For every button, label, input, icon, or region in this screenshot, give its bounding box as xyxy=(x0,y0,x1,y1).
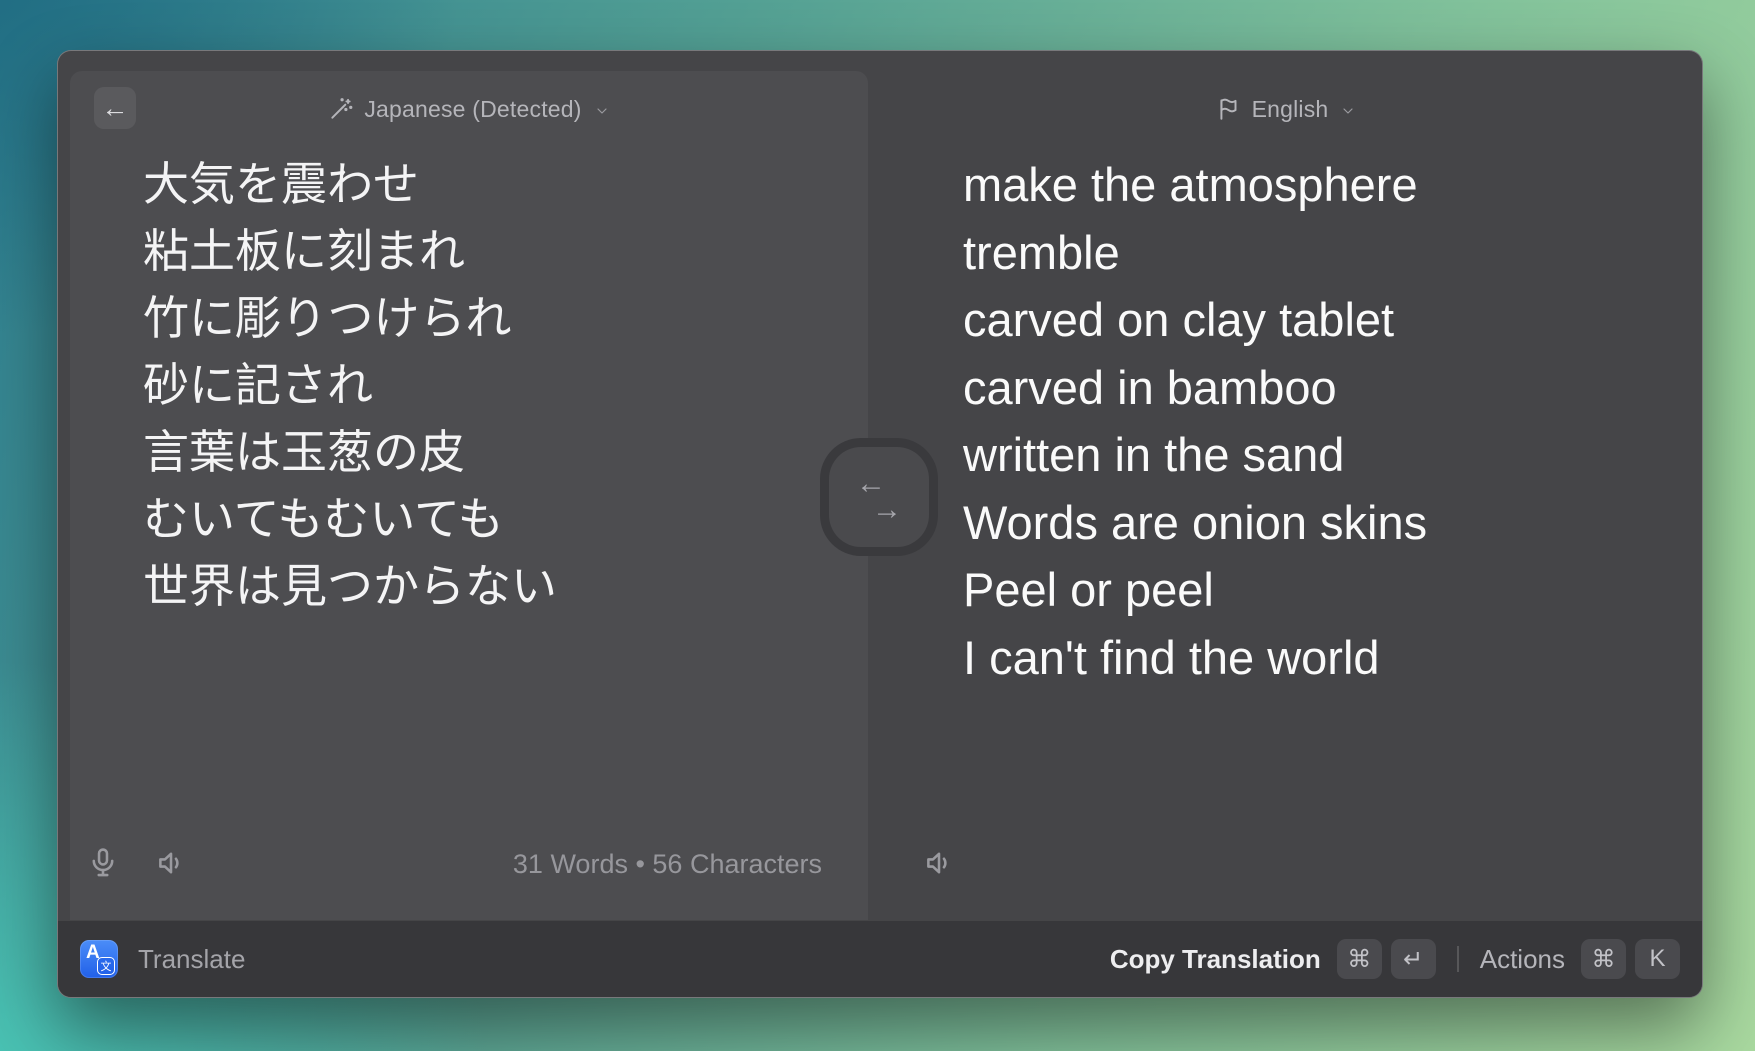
target-language-label: English xyxy=(1252,96,1329,123)
microphone-icon[interactable] xyxy=(86,846,120,880)
actions-button[interactable]: Actions xyxy=(1480,944,1565,975)
translated-text[interactable]: make the atmosphere tremble carved on cl… xyxy=(963,151,1663,691)
copy-translation-button[interactable]: Copy Translation xyxy=(1110,944,1321,975)
icon-letter-bun: 文 xyxy=(97,957,115,975)
swap-right-arrow-icon: → xyxy=(872,497,902,523)
chevron-down-icon xyxy=(594,103,610,119)
translate-window: ← Japanese (Detected) English xyxy=(57,50,1703,998)
translated-line: Words are onion skins xyxy=(963,489,1663,557)
translate-app-icon: A 文 xyxy=(80,940,118,978)
translated-line: make the atmosphere xyxy=(963,151,1663,219)
source-line: 言葉は玉葱の皮 xyxy=(143,419,823,486)
source-line: 大気を震わせ xyxy=(143,151,823,218)
app-name-label: Translate xyxy=(138,944,245,975)
chevron-down-icon xyxy=(1340,103,1356,119)
source-text[interactable]: 大気を震わせ 粘土板に刻まれ 竹に彫りつけられ 砂に記され 言葉は玉葱の皮 むい… xyxy=(143,151,823,620)
word-character-count: 31 Words • 56 Characters xyxy=(513,849,822,880)
source-line: 世界は見つからない xyxy=(143,553,823,620)
action-bar: A 文 Translate Copy Translation ⌘ ↵ Actio… xyxy=(58,920,1702,997)
translated-line: I can't find the world xyxy=(963,624,1663,692)
source-language-label: Japanese (Detected) xyxy=(364,96,581,123)
translated-line: Peel or peel xyxy=(963,556,1663,624)
translated-line: written in the sand xyxy=(963,421,1663,489)
source-language-selector[interactable]: Japanese (Detected) xyxy=(70,87,868,131)
translated-line: carved in bamboo xyxy=(963,354,1663,422)
translated-line: tremble xyxy=(963,219,1663,287)
k-keycap: K xyxy=(1635,939,1680,979)
translated-line: carved on clay tablet xyxy=(963,286,1663,354)
source-line: むいてもむいても xyxy=(143,486,823,553)
cmd-keycap: ⌘ xyxy=(1581,939,1626,979)
divider xyxy=(1457,946,1459,972)
target-language-selector[interactable]: English xyxy=(868,87,1704,131)
return-keycap: ↵ xyxy=(1391,939,1436,979)
wand-icon xyxy=(328,96,354,122)
source-line: 竹に彫りつけられ xyxy=(143,285,823,352)
source-line: 粘土板に刻まれ xyxy=(143,218,823,285)
source-line: 砂に記され xyxy=(143,352,823,419)
flag-icon xyxy=(1216,96,1242,122)
speak-source-icon[interactable] xyxy=(154,846,188,880)
cmd-keycap: ⌘ xyxy=(1337,939,1382,979)
swap-languages-button[interactable]: ← → xyxy=(829,447,929,547)
speak-translation-icon[interactable] xyxy=(922,846,956,880)
